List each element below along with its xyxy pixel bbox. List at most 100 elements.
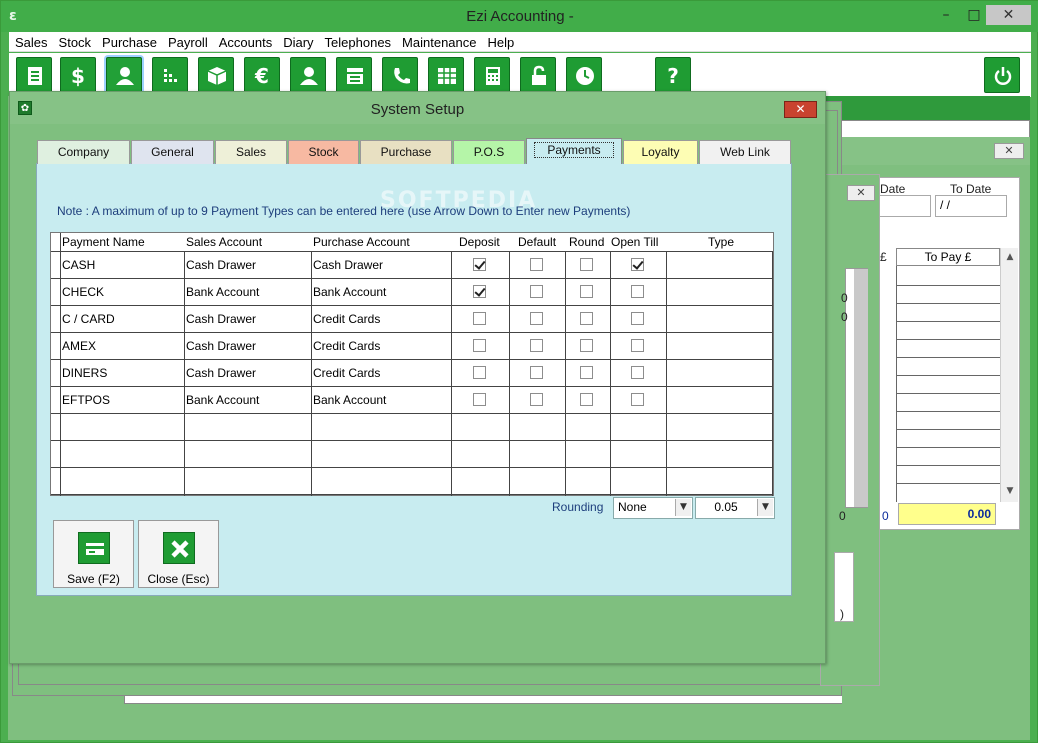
open-till-checkbox[interactable] bbox=[631, 366, 644, 379]
open-till-checkbox[interactable] bbox=[631, 393, 644, 406]
default-checkbox[interactable] bbox=[530, 366, 543, 379]
menu-maintenance[interactable]: Maintenance bbox=[396, 32, 481, 52]
sales-account-cell[interactable]: Bank Account bbox=[186, 393, 259, 407]
purchase-account-cell[interactable]: Credit Cards bbox=[313, 366, 380, 380]
middle-value: 0 bbox=[841, 310, 848, 324]
menu-payroll[interactable]: Payroll bbox=[162, 32, 213, 52]
menu-accounts[interactable]: Accounts bbox=[213, 32, 277, 52]
round-checkbox[interactable] bbox=[580, 285, 593, 298]
sales-account-cell[interactable]: Cash Drawer bbox=[186, 366, 256, 380]
payment-types-note: Note : A maximum of up to 9 Payment Type… bbox=[57, 204, 631, 218]
payment-name-cell[interactable]: CASH bbox=[62, 258, 95, 272]
purchase-account-cell[interactable]: Bank Account bbox=[313, 393, 386, 407]
deposit-checkbox[interactable] bbox=[473, 258, 486, 271]
tab-purchase[interactable]: Purchase bbox=[360, 140, 452, 164]
to-pay-header: To Pay £ bbox=[896, 248, 1000, 266]
round-checkbox[interactable] bbox=[580, 366, 593, 379]
euro-icon[interactable]: € bbox=[244, 57, 280, 93]
payment-name-cell[interactable]: C / CARD bbox=[62, 312, 115, 326]
maximize-button[interactable]: □ bbox=[961, 5, 987, 25]
purchase-account-cell[interactable]: Credit Cards bbox=[313, 339, 380, 353]
deposit-checkbox[interactable] bbox=[473, 285, 486, 298]
help-icon[interactable]: ? bbox=[655, 57, 691, 93]
deposit-checkbox[interactable] bbox=[473, 312, 486, 325]
default-checkbox[interactable] bbox=[530, 285, 543, 298]
barcode-icon[interactable] bbox=[152, 57, 188, 93]
tab-sales[interactable]: Sales bbox=[215, 140, 287, 164]
sales-account-cell[interactable]: Cash Drawer bbox=[186, 339, 256, 353]
round-checkbox[interactable] bbox=[580, 312, 593, 325]
default-checkbox[interactable] bbox=[530, 258, 543, 271]
customer-icon[interactable] bbox=[106, 57, 142, 93]
dialog-close-button[interactable]: ✕ bbox=[784, 101, 817, 118]
middle-scrollbar[interactable] bbox=[854, 269, 868, 507]
purchase-account-cell[interactable]: Cash Drawer bbox=[313, 258, 383, 272]
default-checkbox[interactable] bbox=[530, 339, 543, 352]
scroll-down-icon[interactable]: ▼ bbox=[1001, 486, 1019, 496]
tab-loyalty[interactable]: Loyalty bbox=[623, 140, 698, 164]
close-window-button[interactable]: ✕ bbox=[986, 5, 1031, 25]
invoice-icon[interactable] bbox=[16, 57, 52, 93]
default-checkbox[interactable] bbox=[530, 393, 543, 406]
tab-pos[interactable]: P.O.S bbox=[453, 140, 525, 164]
payment-name-cell[interactable]: CHECK bbox=[62, 285, 104, 299]
dollar-icon[interactable]: $ bbox=[60, 57, 96, 93]
grid-line bbox=[896, 357, 1000, 358]
sales-account-cell[interactable]: Cash Drawer bbox=[186, 312, 256, 326]
menu-telephones[interactable]: Telephones bbox=[319, 32, 397, 52]
middle-close-button[interactable]: ✕ bbox=[847, 185, 875, 201]
tab-general[interactable]: General bbox=[131, 140, 214, 164]
menu-purchase[interactable]: Purchase bbox=[96, 32, 162, 52]
supplier-icon[interactable] bbox=[290, 57, 326, 93]
calculator-icon[interactable] bbox=[474, 57, 510, 93]
open-till-checkbox[interactable] bbox=[631, 312, 644, 325]
round-checkbox[interactable] bbox=[580, 339, 593, 352]
round-checkbox[interactable] bbox=[580, 393, 593, 406]
rounding-label: Rounding bbox=[552, 500, 604, 514]
purchase-account-cell[interactable]: Bank Account bbox=[313, 285, 386, 299]
sales-account-cell[interactable]: Bank Account bbox=[186, 285, 259, 299]
tab-payments[interactable]: Payments bbox=[526, 138, 622, 164]
chevron-down-icon[interactable]: ▼ bbox=[757, 499, 773, 516]
tab-stock[interactable]: Stock bbox=[288, 140, 359, 164]
spreadsheet-icon[interactable] bbox=[428, 57, 464, 93]
tab-company[interactable]: Company bbox=[37, 140, 130, 164]
payment-name-cell[interactable]: EFTPOS bbox=[62, 393, 110, 407]
open-till-checkbox[interactable] bbox=[631, 258, 644, 271]
deposit-checkbox[interactable] bbox=[473, 339, 486, 352]
telephone-icon[interactable] bbox=[382, 57, 418, 93]
sales-account-cell[interactable]: Cash Drawer bbox=[186, 258, 256, 272]
default-checkbox[interactable] bbox=[530, 312, 543, 325]
round-checkbox[interactable] bbox=[580, 258, 593, 271]
open-till-checkbox[interactable] bbox=[631, 339, 644, 352]
chevron-down-icon[interactable]: ▼ bbox=[675, 499, 691, 516]
to-date-field[interactable]: / / bbox=[935, 195, 1007, 217]
purchase-account-cell[interactable]: Credit Cards bbox=[313, 312, 380, 326]
close-button-label: Close (Esc) bbox=[147, 572, 210, 586]
menu-sales[interactable]: Sales bbox=[9, 32, 53, 52]
scroll-up-icon[interactable]: ▲ bbox=[1001, 252, 1019, 262]
register-icon[interactable] bbox=[336, 57, 372, 93]
stock-box-icon[interactable] bbox=[198, 57, 234, 93]
close-button[interactable]: Close (Esc) bbox=[138, 520, 219, 588]
payment-name-cell[interactable]: DINERS bbox=[62, 366, 107, 380]
menu-help[interactable]: Help bbox=[482, 32, 520, 52]
power-icon[interactable] bbox=[984, 57, 1020, 93]
grid-row-line bbox=[51, 305, 773, 306]
tab-web-link[interactable]: Web Link bbox=[699, 140, 791, 164]
menu-diary[interactable]: Diary bbox=[277, 32, 318, 52]
background-close-button[interactable]: ✕ bbox=[994, 143, 1024, 159]
background-scrollbar[interactable]: ▲ ▼ bbox=[1000, 248, 1018, 502]
payment-name-cell[interactable]: AMEX bbox=[62, 339, 96, 353]
minimize-button[interactable]: – bbox=[933, 5, 959, 25]
deposit-checkbox[interactable] bbox=[473, 366, 486, 379]
clock-icon[interactable] bbox=[566, 57, 602, 93]
rounding-mode-select[interactable]: None ▼ bbox=[613, 497, 693, 519]
lock-icon[interactable] bbox=[520, 57, 556, 93]
rounding-amount-select[interactable]: 0.05 ▼ bbox=[695, 497, 775, 519]
save-button[interactable]: Save (F2) bbox=[53, 520, 134, 588]
from-date-field[interactable] bbox=[877, 195, 931, 217]
deposit-checkbox[interactable] bbox=[473, 393, 486, 406]
open-till-checkbox[interactable] bbox=[631, 285, 644, 298]
menu-stock[interactable]: Stock bbox=[53, 32, 97, 52]
